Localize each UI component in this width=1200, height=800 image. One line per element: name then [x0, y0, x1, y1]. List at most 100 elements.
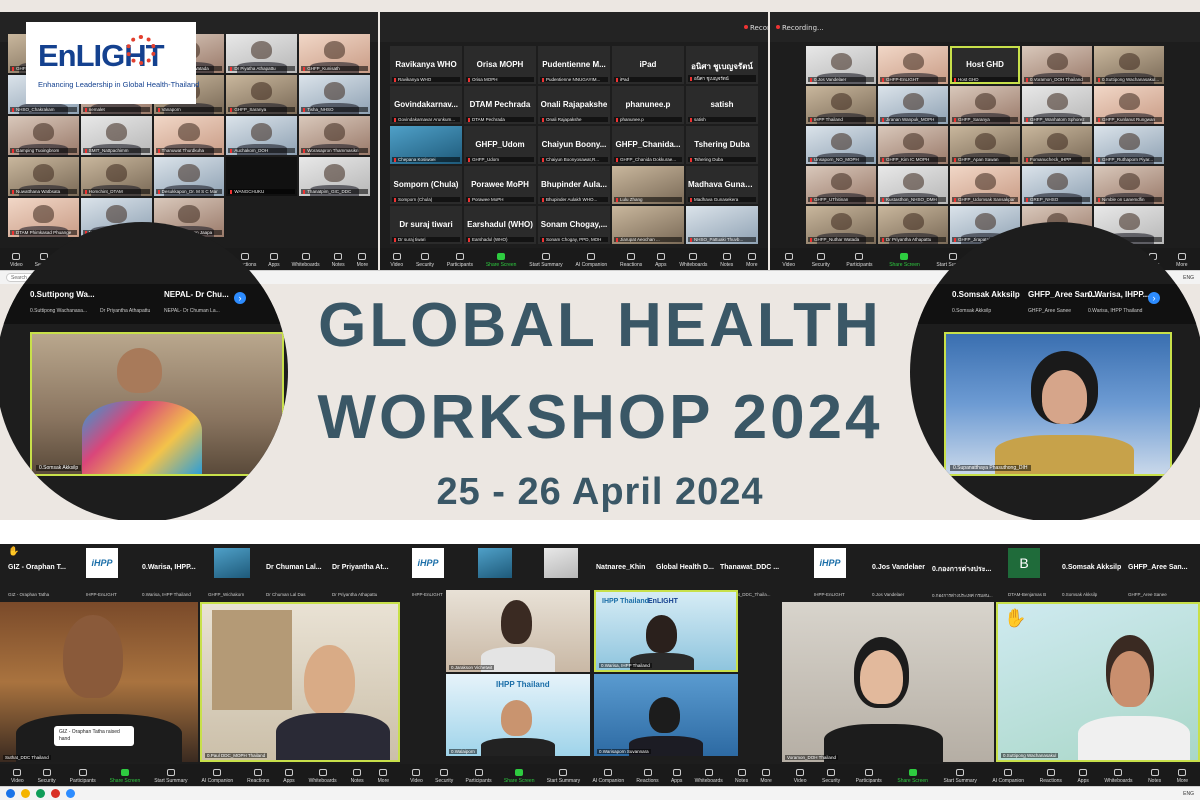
- participant-tile[interactable]: 0.Suttipong Wachanasakul...: [1094, 46, 1164, 84]
- participant-tile[interactable]: GREP_NHSO: [1022, 166, 1092, 204]
- participant-tile[interactable]: Chepana Kosiwoei: [390, 126, 462, 164]
- toolbar-reactions-button[interactable]: Reactions: [620, 253, 642, 268]
- participant-tile[interactable]: Dr Priyantha Athapattu: [878, 206, 948, 244]
- participant-tile[interactable]: Auchakom_DOH: [226, 116, 298, 155]
- participant-tile[interactable]: Nuwatthana Watbsata: [8, 157, 79, 196]
- participant-tile[interactable]: NHSO_Pattuaki Thuvb...: [686, 206, 758, 244]
- participant-tile[interactable]: Lulu Zhang: [612, 166, 684, 204]
- next-page-arrow-icon[interactable]: ›: [234, 292, 246, 304]
- toolbar-whiteboards-button[interactable]: Whiteboards: [695, 769, 723, 784]
- toolbar-whiteboards-button[interactable]: Whiteboards: [1104, 769, 1133, 784]
- participant-tile[interactable]: 0.Voramon_DOH Thailand: [1022, 46, 1092, 84]
- toolbar-start-summary-button[interactable]: Start Summary: [944, 769, 977, 784]
- participant-tile[interactable]: Thanuwat Thurdkuha: [153, 116, 225, 155]
- participant-tile[interactable]: Somporn (Chula) Somporn (Chula): [390, 166, 462, 204]
- participant-tile[interactable]: IHPP Thailand: [806, 86, 876, 124]
- participant-tile[interactable]: GHFP_Saranya: [950, 86, 1020, 124]
- toolbar-security-button[interactable]: Security: [416, 253, 434, 268]
- participant-tile[interactable]: Desukkapon_Dr. M S C Mar: [153, 157, 225, 196]
- next-page-arrow-icon[interactable]: ›: [1148, 292, 1160, 304]
- toolbar-notes-button[interactable]: Notes: [735, 769, 748, 784]
- participant-tile[interactable]: Nimble on Lanemdfin: [1094, 166, 1164, 204]
- toolbar-share-screen-button[interactable]: Share Screen: [110, 769, 140, 784]
- toolbar-more-button[interactable]: More: [378, 769, 389, 784]
- toolbar-whiteboards-button[interactable]: Whiteboards: [309, 769, 337, 784]
- toolbar-ai-companion-button[interactable]: AI Companion: [592, 769, 624, 784]
- excel-icon[interactable]: [36, 789, 45, 798]
- participant-tile[interactable]: Tisha_NHSO: [299, 75, 370, 114]
- toolbar-participants-button[interactable]: Participants: [856, 769, 882, 784]
- toolbar-notes-button[interactable]: Notes: [1148, 769, 1161, 784]
- participant-tile[interactable]: Govindakarnav... Govindakarnavar Arunkum.…: [390, 86, 462, 124]
- participant-tile[interactable]: GHFP_Kunlanut Rungwan: [1094, 86, 1164, 124]
- participant-tile[interactable]: อนิศา ชูเบญจรัตน์ อนิศา ชูเบญจรัตน์: [686, 46, 758, 84]
- toolbar-reactions-button[interactable]: Reactions: [636, 769, 659, 784]
- toolbar-more-button[interactable]: More: [760, 769, 772, 784]
- toolbar-ai-companion-button[interactable]: AI Companion: [575, 253, 607, 268]
- participant-tile[interactable]: Sonam Chogay,... Sonam Chogay, PPD, MOH: [538, 206, 610, 244]
- participant-tile[interactable]: Jiranan Wanpuk_MOPH: [878, 86, 948, 124]
- participant-tile[interactable]: Kustasthon_NHSO_DMH: [878, 166, 948, 204]
- toolbar-apps-button[interactable]: Apps: [671, 769, 682, 784]
- zoom-icon[interactable]: [66, 789, 75, 798]
- toolbar-security-button[interactable]: Security: [822, 769, 840, 784]
- folder-icon[interactable]: [21, 789, 30, 798]
- participant-tile[interactable]: SMIT_Nattpachimm: [80, 116, 152, 155]
- participant-tile[interactable]: Dr Piyatha Athapattu: [226, 34, 298, 73]
- toolbar-reactions-button[interactable]: Reactions: [247, 769, 269, 784]
- participant-tile[interactable]: GHFP_Apan Sawan: [950, 126, 1020, 164]
- participant-tile[interactable]: GHFP_Kim IC MOPH: [878, 126, 948, 164]
- toolbar-ai-companion-button[interactable]: AI Companion: [992, 769, 1024, 784]
- toolbar-ai-companion-button[interactable]: AI Companion: [201, 769, 233, 784]
- participant-tile[interactable]: Orisa MOPH Orisa MOPH: [464, 46, 536, 84]
- participant-tile[interactable]: Chaiyun Boony... Chaiyun Boonyosawat,R...: [538, 126, 610, 164]
- participant-tile[interactable]: GHFP_Ruthaporn Piyar...: [1094, 126, 1164, 164]
- toolbar-more-button[interactable]: More: [357, 253, 368, 268]
- toolbar-notes-button[interactable]: Notes: [720, 253, 733, 268]
- participant-tile[interactable]: Onali Rajapakshe Onali Rajapakshe: [538, 86, 610, 124]
- toolbar-start-summary-button[interactable]: Start Summary: [154, 769, 188, 784]
- participant-tile[interactable]: GHFP-EnLIGHT: [878, 46, 948, 84]
- participant-tile[interactable]: 0.Jos Vandelaer: [806, 46, 876, 84]
- participant-tile[interactable]: WANGCHUKU: [226, 157, 298, 196]
- participant-tile[interactable]: Ravikanya WHO Ravikanya WHO: [390, 46, 462, 84]
- toolbar-apps-button[interactable]: Apps: [268, 253, 280, 268]
- toolbar-participants-button[interactable]: Participants: [447, 253, 473, 268]
- toolbar-video-button[interactable]: Video: [410, 769, 423, 784]
- toolbar-apps-button[interactable]: Apps: [1077, 769, 1089, 784]
- toolbar-share-screen-button[interactable]: Share Screen: [897, 769, 928, 784]
- participant-tile[interactable]: Bhupinder Aula... Bhupinder Aulakh WHO...: [538, 166, 610, 204]
- participant-tile[interactable]: phanunee.p phanunee.p: [612, 86, 684, 124]
- toolbar-start-summary-button[interactable]: Start Summary: [529, 253, 563, 268]
- toolbar-apps-button[interactable]: Apps: [283, 769, 295, 784]
- participant-tile[interactable]: Host GHD Host GHD: [950, 46, 1020, 84]
- participant-tile[interactable]: Porawee MoPH Porawee MoPH: [464, 166, 536, 204]
- participant-tile[interactable]: DTAM Phimkasad Phuange: [8, 198, 79, 237]
- chrome-icon[interactable]: [6, 789, 15, 798]
- toolbar-video-button[interactable]: Video: [782, 253, 795, 268]
- toolbar-whiteboards-button[interactable]: Whiteboards: [679, 253, 707, 268]
- participant-tile[interactable]: Jiarupat Aeochan ...: [612, 206, 684, 244]
- toolbar-video-button[interactable]: Video: [10, 253, 23, 268]
- participant-tile[interactable]: Fomanucheck_IHPP: [1022, 126, 1092, 164]
- participant-tile[interactable]: satish satish: [686, 86, 758, 124]
- toolbar-notes-button[interactable]: Notes: [332, 253, 345, 268]
- participant-tile[interactable]: Homchint_DTAM: [80, 157, 152, 196]
- participant-tile[interactable]: GHFP_Nuthar Watada: [806, 206, 876, 244]
- toolbar-whiteboards-button[interactable]: Whiteboards: [292, 253, 320, 268]
- toolbar-participants-button[interactable]: Participants: [466, 769, 492, 784]
- toolbar-video-button[interactable]: Video: [794, 769, 806, 784]
- toolbar-security-button[interactable]: Security: [435, 769, 453, 784]
- toolbar-reactions-button[interactable]: Reactions: [1040, 769, 1062, 784]
- toolbar-apps-button[interactable]: Apps: [655, 253, 666, 268]
- toolbar-notes-button[interactable]: Notes: [351, 769, 364, 784]
- toolbar-start-summary-button[interactable]: Start Summary: [547, 769, 580, 784]
- participant-tile[interactable]: Thanatpim_GIC_DDC: [299, 157, 370, 196]
- toolbar-security-button[interactable]: Security: [812, 253, 830, 268]
- toolbar-more-button[interactable]: More: [746, 253, 758, 268]
- participant-tile[interactable]: Dr suraj tiwari Dr suraj tiwari: [390, 206, 462, 244]
- participant-tile[interactable]: GHFP_UThitinan: [806, 166, 876, 204]
- participant-tile[interactable]: Tshering Duba Tshering Duba: [686, 126, 758, 164]
- powerpoint-icon[interactable]: [51, 789, 60, 798]
- toolbar-participants-button[interactable]: Participants: [846, 253, 873, 268]
